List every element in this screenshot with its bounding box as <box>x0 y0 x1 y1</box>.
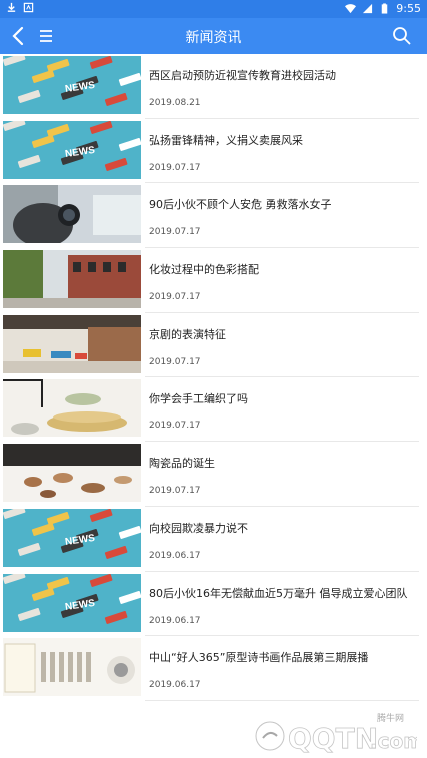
app-bar: 新闻资讯 <box>0 18 427 54</box>
news-item[interactable]: 陶瓷品的诞生 2019.07.17 <box>0 442 427 507</box>
news-thumbnail-news-collage[interactable]: NEWS <box>3 573 141 632</box>
news-item[interactable]: 你学会手工编织了吗 2019.07.17 <box>0 377 427 443</box>
news-date: 2019.06.17 <box>149 680 201 691</box>
news-item[interactable]: NEWS 向校园欺凌暴力说不 2019.06.17 <box>0 507 427 572</box>
signal-icon <box>363 3 373 14</box>
news-thumbnail-knit-photo[interactable] <box>3 379 141 438</box>
news-date: 2019.08.21 <box>149 98 201 108</box>
news-item[interactable]: 中山“好人365”原型诗书画作品展第三期展播 2019.06.17 <box>0 636 427 701</box>
watermark-suffix: .com <box>370 729 417 753</box>
news-item[interactable]: 90后小伙不顾个人安危 勇救落水女子 2019.07.17 <box>0 183 427 249</box>
news-item[interactable]: NEWS 80后小伙16年无偿献血近5万毫升 倡导成立爱心团队 2019.06.… <box>0 572 427 637</box>
news-title[interactable]: 90后小伙不顾个人安危 勇救落水女子 <box>149 196 332 212</box>
news-date: 2019.07.17 <box>149 356 201 367</box>
news-title[interactable]: 向校园欺凌暴力说不 <box>149 520 248 536</box>
app-notification-icon <box>23 2 34 13</box>
news-thumbnail-news-collage[interactable]: NEWS <box>3 56 141 114</box>
news-thumbnail-news-collage[interactable]: NEWS <box>3 120 141 179</box>
clock: 9:55 <box>396 2 421 15</box>
news-title[interactable]: 京剧的表演特征 <box>149 326 226 342</box>
divider <box>145 699 419 701</box>
download-icon <box>7 2 16 12</box>
news-list: NEWS 西区启动预防近视宣传教育进校园活动 2019.08.21 NEWS 弘… <box>0 54 427 701</box>
news-title[interactable]: 弘扬雷锋精神，义捐义卖展风采 <box>149 132 303 148</box>
news-item[interactable]: 化妆过程中的色彩搭配 2019.07.17 <box>0 248 427 313</box>
site-watermark: 腾牛网 QQTN .com <box>255 712 417 755</box>
search-icon[interactable] <box>391 25 413 47</box>
news-title[interactable]: 陶瓷品的诞生 <box>149 455 215 471</box>
news-date: 2019.07.17 <box>149 162 201 173</box>
news-item[interactable]: NEWS 弘扬雷锋精神，义捐义卖展风采 2019.07.17 <box>0 119 427 184</box>
news-thumbnail-camera-photo[interactable] <box>3 185 141 244</box>
watermark-text: QQTN <box>288 722 378 755</box>
news-title[interactable]: 你学会手工编织了吗 <box>149 390 248 406</box>
news-title[interactable]: 中山“好人365”原型诗书画作品展第三期展播 <box>149 649 368 665</box>
battery-icon <box>382 3 388 14</box>
news-title[interactable]: 西区启动预防近视宣传教育进校园活动 <box>149 67 336 83</box>
news-title[interactable]: 80后小伙16年无偿献血近5万毫升 倡导成立爱心团队 <box>149 585 408 601</box>
news-thumbnail-interior-photo[interactable] <box>3 314 141 373</box>
news-date: 2019.07.17 <box>149 486 201 497</box>
status-bar: 9:55 <box>0 0 427 18</box>
news-title[interactable]: 化妆过程中的色彩搭配 <box>149 261 259 277</box>
news-date: 2019.07.17 <box>149 421 201 432</box>
news-date: 2019.07.17 <box>149 292 201 303</box>
news-date: 2019.07.17 <box>149 227 201 238</box>
news-thumbnail-ceramics-photo[interactable] <box>3 444 141 503</box>
news-date: 2019.06.17 <box>149 615 201 626</box>
watermark-small-label: 腾牛网 <box>377 712 404 724</box>
page-title: 新闻资讯 <box>185 30 242 46</box>
news-item[interactable]: NEWS 西区启动预防近视宣传教育进校园活动 2019.08.21 <box>0 54 427 119</box>
news-thumbnail-news-collage[interactable]: NEWS <box>3 508 141 567</box>
news-item[interactable]: 京剧的表演特征 2019.07.17 <box>0 313 427 378</box>
news-thumbnail-street-photo[interactable] <box>3 250 141 309</box>
news-thumbnail-calligraphy-photo[interactable] <box>3 638 141 697</box>
wifi-icon <box>345 4 357 14</box>
news-date: 2019.06.17 <box>149 550 201 561</box>
